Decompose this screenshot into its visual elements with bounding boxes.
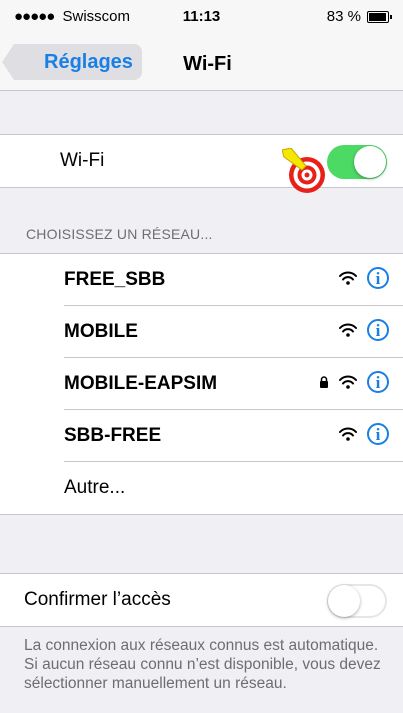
page-title: Wi-Fi: [183, 53, 232, 75]
networks-section-header: CHOISISSEZ UN RÉSEAU...: [26, 226, 213, 242]
toggle-knob: [354, 146, 386, 178]
wifi-group: Wi-Fi: [0, 134, 403, 193]
confirm-access-label: Confirmer l’accès: [24, 589, 171, 610]
wifi-row: Wi-Fi: [0, 135, 403, 193]
target-highlight-icon: [282, 148, 325, 193]
confirm-access-row: Confirmer l’accès: [0, 574, 403, 626]
battery-status: 83 %: [326, 8, 392, 25]
wifi-signal-icon: [339, 323, 357, 337]
status-bar: ●●●●● Swisscom 11:13 83 %: [0, 0, 403, 40]
battery-icon: [367, 10, 392, 23]
network-row-free-sbb[interactable]: FREE_SBB i: [0, 254, 403, 306]
footer-description: La connexion aux réseaux connus est auto…: [24, 637, 381, 692]
lock-icon: [320, 376, 328, 388]
wifi-signal-icon: [339, 375, 357, 389]
networks-list: FREE_SBB i MOBILE i MOBILE-EAPSIM i SBB-…: [0, 253, 403, 515]
network-row-mobile-eapsim[interactable]: MOBILE-EAPSIM i: [0, 358, 403, 410]
network-name: FREE_SBB: [64, 269, 166, 290]
other-network-row[interactable]: Autre...: [0, 462, 403, 514]
network-name: MOBILE: [64, 321, 138, 342]
info-icon[interactable]: i: [367, 319, 389, 341]
network-row-sbb-free[interactable]: SBB-FREE i: [0, 410, 403, 462]
network-name: MOBILE-EAPSIM: [64, 373, 218, 394]
other-network-label: Autre...: [64, 477, 126, 498]
info-icon[interactable]: i: [367, 423, 389, 445]
wifi-toggle[interactable]: [327, 145, 387, 179]
confirm-access-toggle[interactable]: [327, 584, 387, 618]
info-icon[interactable]: i: [367, 267, 389, 289]
wifi-signal-icon: [339, 271, 357, 285]
confirm-group: Confirmer l’accès: [0, 573, 403, 627]
battery-percent: 83 %: [326, 8, 361, 25]
wifi-label: Wi-Fi: [60, 150, 105, 171]
navigation-bar: Réglages Wi-Fi: [0, 40, 403, 91]
toggle-knob: [328, 585, 360, 617]
wifi-signal-icon: [339, 427, 357, 441]
network-row-mobile[interactable]: MOBILE i: [0, 306, 403, 358]
info-icon[interactable]: i: [367, 371, 389, 393]
network-name: SBB-FREE: [64, 425, 162, 446]
